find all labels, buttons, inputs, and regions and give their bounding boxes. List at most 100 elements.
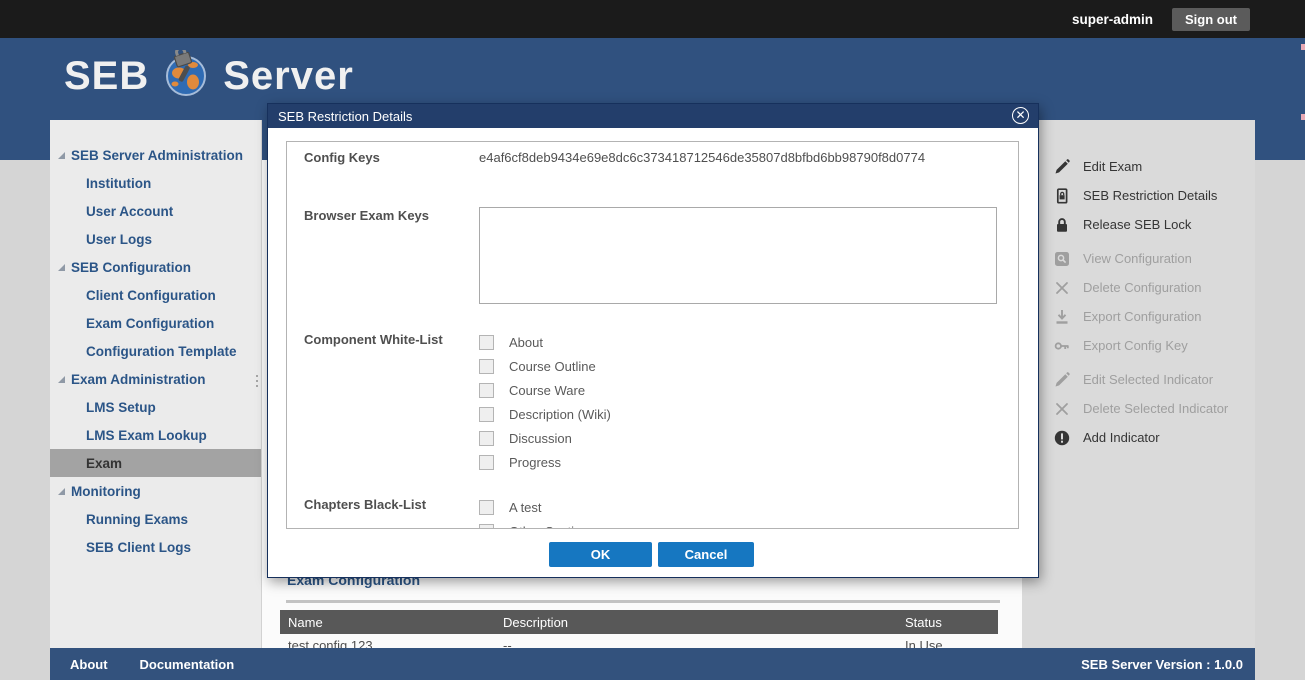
column-header-name[interactable]: Name (280, 615, 503, 630)
pencil-icon (1053, 158, 1070, 175)
checkbox-discussion[interactable] (479, 431, 494, 446)
checkbox-description-wiki[interactable] (479, 407, 494, 422)
checkbox-row-progress: Progress (479, 450, 611, 474)
x-mark-icon (1053, 400, 1070, 417)
footer-link-documentation[interactable]: Documentation (140, 657, 235, 672)
sidebar-item-exam[interactable]: Exam (50, 449, 261, 477)
tree-expanded-icon[interactable] (58, 376, 65, 383)
cell-description: -- (503, 638, 905, 649)
magnifier-square-icon (1053, 250, 1070, 267)
tree-expanded-icon[interactable] (58, 152, 65, 159)
checkbox-label: Progress (509, 455, 561, 470)
sidebar-sash-grip[interactable] (254, 368, 260, 394)
action-label: Release SEB Lock (1083, 217, 1191, 232)
sidebar-navigation: SEB Server Administration Institution Us… (50, 120, 262, 648)
sidebar-item-label: Exam Configuration (86, 316, 214, 331)
action-label: Edit Selected Indicator (1083, 372, 1213, 387)
checkbox-label: Course Ware (509, 383, 585, 398)
tree-expanded-icon[interactable] (58, 264, 65, 271)
logo-text-seb: SEB (64, 54, 149, 99)
column-header-description[interactable]: Description (503, 615, 905, 630)
sidebar-item-seb-client-logs[interactable]: SEB Client Logs (50, 533, 261, 561)
sidebar-item-label: LMS Exam Lookup (86, 428, 207, 443)
globe-lock-icon (162, 50, 210, 103)
action-label: Add Indicator (1083, 430, 1160, 445)
checkbox-other-section[interactable] (479, 524, 494, 530)
checkbox-row-discussion: Discussion (479, 426, 611, 450)
checkbox-label: A test (509, 500, 542, 515)
document-lock-icon (1053, 187, 1070, 204)
action-label: Delete Configuration (1083, 280, 1202, 295)
column-header-status[interactable]: Status (905, 615, 998, 630)
sidebar-item-label: Monitoring (71, 484, 141, 499)
sidebar-item-seb-server-administration[interactable]: SEB Server Administration (50, 141, 261, 169)
checkbox-course-ware[interactable] (479, 383, 494, 398)
footer-link-about[interactable]: About (70, 657, 108, 672)
chapters-blacklist-group: A test Other Section (479, 495, 589, 529)
sidebar-item-institution[interactable]: Institution (50, 169, 261, 197)
action-add-indicator[interactable]: Add Indicator (1022, 423, 1255, 452)
cancel-button[interactable]: Cancel (658, 542, 754, 567)
key-icon (1053, 337, 1070, 354)
sidebar-item-label: LMS Setup (86, 400, 156, 415)
top-bar: super-admin Sign out (0, 0, 1305, 38)
action-export-config-key: Export Config Key (1022, 331, 1255, 360)
lock-icon (1053, 216, 1070, 233)
sidebar-item-user-logs[interactable]: User Logs (50, 225, 261, 253)
sidebar-item-label: SEB Server Administration (71, 148, 243, 163)
dialog-title: SEB Restriction Details (278, 109, 412, 124)
dialog-title-bar: SEB Restriction Details ✕ (268, 104, 1038, 128)
action-panel: Edit Exam SEB Restriction Details Releas… (1022, 120, 1255, 648)
checkbox-progress[interactable] (479, 455, 494, 470)
sidebar-item-lms-setup[interactable]: LMS Setup (50, 393, 261, 421)
component-whitelist-group: About Course Outline Course Ware Descrip… (479, 330, 611, 474)
checkbox-row-course-ware: Course Ware (479, 378, 611, 402)
checkbox-a-test[interactable] (479, 500, 494, 515)
sidebar-item-label: Institution (86, 176, 151, 191)
sign-out-button[interactable]: Sign out (1172, 8, 1250, 31)
cell-status: In Use (905, 638, 998, 649)
sidebar-item-user-account[interactable]: User Account (50, 197, 261, 225)
tree-expanded-icon[interactable] (58, 488, 65, 495)
sidebar-item-exam-configuration[interactable]: Exam Configuration (50, 309, 261, 337)
sidebar-item-label: Exam Administration (71, 372, 206, 387)
table-row[interactable]: test config 123 -- In Use (280, 634, 998, 648)
sidebar-item-running-exams[interactable]: Running Exams (50, 505, 261, 533)
action-edit-exam[interactable]: Edit Exam (1022, 152, 1255, 181)
checkbox-course-outline[interactable] (479, 359, 494, 374)
sidebar-item-seb-configuration[interactable]: SEB Configuration (50, 253, 261, 281)
browser-exam-keys-label: Browser Exam Keys (304, 208, 429, 223)
checkbox-about[interactable] (479, 335, 494, 350)
browser-exam-keys-input[interactable] (479, 207, 997, 304)
action-label: Export Config Key (1083, 338, 1188, 353)
checkbox-row-about: About (479, 330, 611, 354)
checkbox-label: Description (Wiki) (509, 407, 611, 422)
action-release-seb-lock[interactable]: Release SEB Lock (1022, 210, 1255, 239)
exam-config-table-header: Name Description Status (280, 610, 998, 634)
config-keys-label: Config Keys (304, 150, 380, 165)
sidebar-item-monitoring[interactable]: Monitoring (50, 477, 261, 505)
component-whitelist-label: Component White-List (304, 332, 443, 347)
chapters-blacklist-label: Chapters Black-List (304, 497, 426, 512)
checkbox-label: Discussion (509, 431, 572, 446)
checkbox-label: Other Section (509, 524, 589, 530)
checkbox-label: Course Outline (509, 359, 596, 374)
footer-bar: About Documentation SEB Server Version :… (50, 648, 1255, 680)
action-label: Delete Selected Indicator (1083, 401, 1228, 416)
action-label: View Configuration (1083, 251, 1192, 266)
app-logo: SEB Server (64, 50, 354, 103)
action-seb-restriction-details[interactable]: SEB Restriction Details (1022, 181, 1255, 210)
action-delete-configuration: Delete Configuration (1022, 273, 1255, 302)
ok-button[interactable]: OK (549, 542, 652, 567)
sidebar-item-label: Exam (86, 456, 122, 471)
pencil-icon (1053, 371, 1070, 388)
sidebar-item-client-configuration[interactable]: Client Configuration (50, 281, 261, 309)
sidebar-item-configuration-template[interactable]: Configuration Template (50, 337, 261, 365)
close-icon[interactable]: ✕ (1012, 107, 1029, 124)
section-divider (286, 600, 1000, 603)
sidebar-item-lms-exam-lookup[interactable]: LMS Exam Lookup (50, 421, 261, 449)
exclamation-circle-icon (1053, 429, 1070, 446)
logged-in-username: super-admin (1072, 12, 1153, 27)
footer-version-text: SEB Server Version : 1.0.0 (1081, 657, 1243, 672)
sidebar-item-exam-administration[interactable]: Exam Administration (50, 365, 261, 393)
